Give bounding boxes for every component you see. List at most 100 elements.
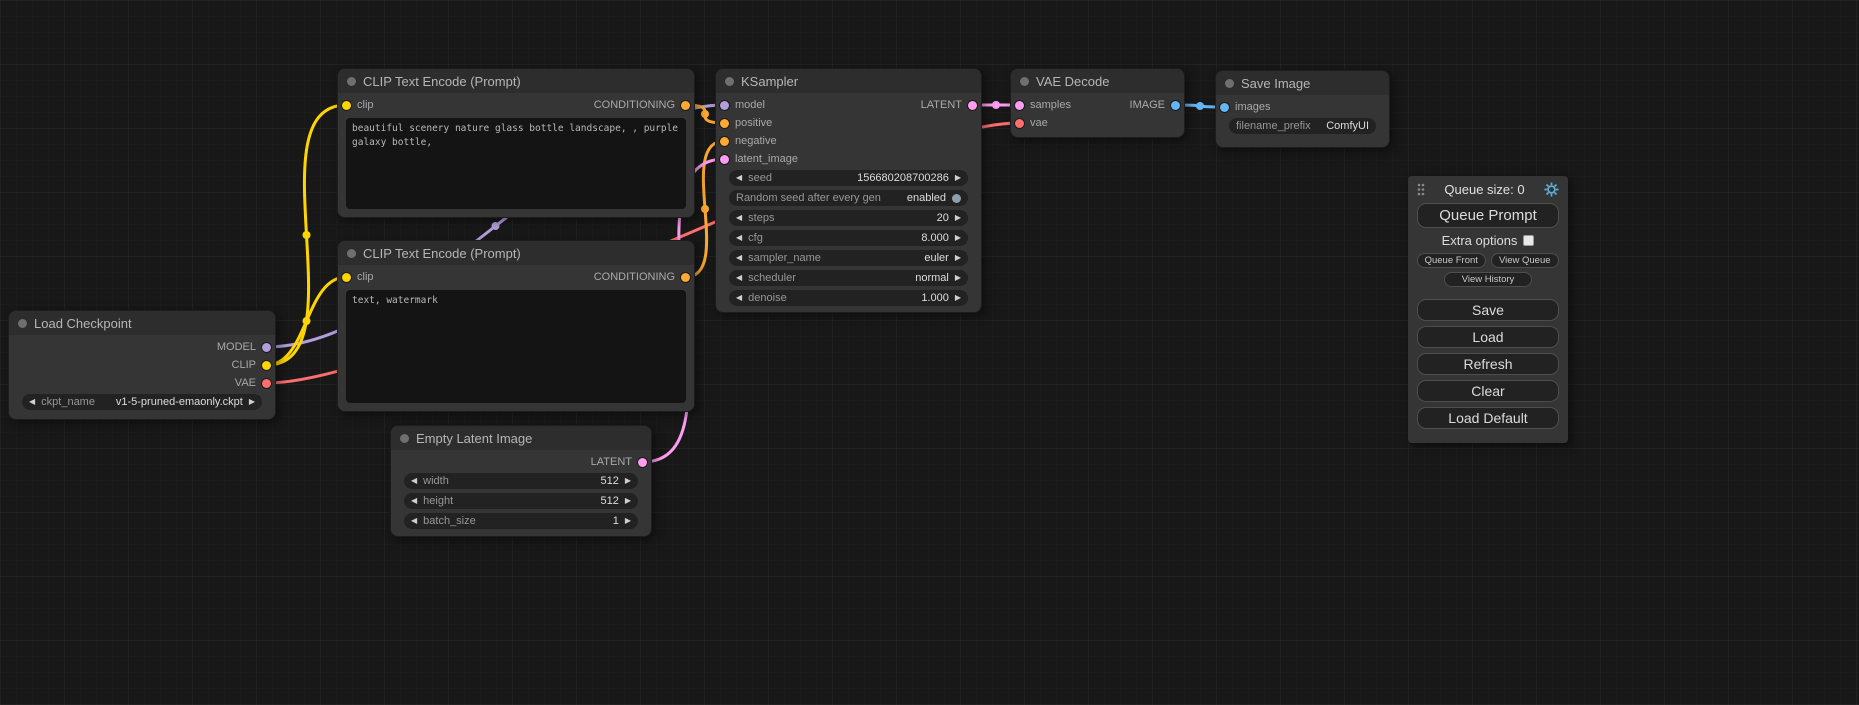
- cfg-widget[interactable]: ◀cfg8.000▶: [729, 230, 968, 246]
- refresh-button[interactable]: Refresh: [1417, 353, 1559, 375]
- clear-button[interactable]: Clear: [1417, 380, 1559, 402]
- input-port-positive[interactable]: [720, 119, 729, 128]
- increment-arrow-icon[interactable]: ▶: [955, 254, 961, 262]
- steps-widget[interactable]: ◀steps20▶: [729, 210, 968, 226]
- increment-arrow-icon[interactable]: ▶: [955, 234, 961, 242]
- output-port-CLIP[interactable]: [262, 361, 271, 370]
- node-save-image[interactable]: Save Imageimagesfilename_prefixComfyUI: [1215, 70, 1390, 148]
- prompt-textarea[interactable]: text, watermark: [346, 290, 686, 403]
- filename-prefix-widget[interactable]: filename_prefixComfyUI: [1229, 118, 1376, 134]
- node-collapse-dot-icon[interactable]: [1225, 79, 1234, 88]
- link-midpoint-dot[interactable]: [1196, 102, 1204, 110]
- decrement-arrow-icon[interactable]: ◀: [736, 214, 742, 222]
- increment-arrow-icon[interactable]: ▶: [955, 214, 961, 222]
- link-midpoint-dot[interactable]: [701, 110, 709, 118]
- random-seed-toggle-widget[interactable]: Random seed after every genenabled: [729, 190, 968, 206]
- input-port-model[interactable]: [720, 101, 729, 110]
- decrement-arrow-icon[interactable]: ◀: [736, 294, 742, 302]
- node-collapse-dot-icon[interactable]: [347, 249, 356, 258]
- increment-arrow-icon[interactable]: ▶: [955, 274, 961, 282]
- output-slot-label: LATENT: [591, 456, 632, 468]
- node-empty-latent-image[interactable]: Empty Latent ImageLATENT◀width512▶◀heigh…: [390, 425, 652, 537]
- link-midpoint-dot[interactable]: [303, 317, 311, 325]
- width-widget[interactable]: ◀width512▶: [404, 473, 638, 489]
- load-default-button[interactable]: Load Default: [1417, 407, 1559, 429]
- input-port-vae[interactable]: [1015, 119, 1024, 128]
- slot-row: samples IMAGE: [1011, 96, 1184, 114]
- increment-arrow-icon[interactable]: ▶: [955, 174, 961, 182]
- increment-arrow-icon[interactable]: ▶: [955, 294, 961, 302]
- toggle-dot-icon[interactable]: [952, 194, 961, 203]
- input-port-clip[interactable]: [342, 273, 351, 282]
- save-button[interactable]: Save: [1417, 299, 1559, 321]
- link-midpoint-dot[interactable]: [303, 231, 311, 239]
- graph-canvas[interactable]: Queue size: 0 Queue Prompt Extra options…: [0, 0, 1859, 705]
- increment-arrow-icon[interactable]: ▶: [625, 497, 631, 505]
- decrement-arrow-icon[interactable]: ◀: [736, 274, 742, 282]
- widget-label: seed: [748, 172, 772, 184]
- denoise-widget[interactable]: ◀denoise1.000▶: [729, 290, 968, 306]
- decrement-arrow-icon[interactable]: ◀: [411, 497, 417, 505]
- sampler-name-widget[interactable]: ◀sampler_nameeuler▶: [729, 250, 968, 266]
- input-slot: samples: [1015, 99, 1071, 111]
- output-slot-label: IMAGE: [1130, 99, 1165, 111]
- node-ksampler[interactable]: KSamplermodelLATENTpositivenegativelaten…: [715, 68, 982, 313]
- input-port-samples[interactable]: [1015, 101, 1024, 110]
- link-wire-clip[interactable]: [267, 277, 347, 365]
- ckpt-name-widget[interactable]: ◀ckpt_namev1-5-pruned-emaonly.ckpt▶: [22, 394, 262, 410]
- input-slot: vae: [1015, 117, 1048, 129]
- decrement-arrow-icon[interactable]: ◀: [411, 517, 417, 525]
- input-port-negative[interactable]: [720, 137, 729, 146]
- batch-size-widget[interactable]: ◀batch_size1▶: [404, 513, 638, 529]
- output-slot: IMAGE: [1130, 99, 1180, 111]
- seed-widget[interactable]: ◀seed156680208700286▶: [729, 170, 968, 186]
- widget-label: sampler_name: [748, 252, 821, 264]
- node-clip-text-encode-negative[interactable]: CLIP Text Encode (Prompt)clipCONDITIONIN…: [337, 240, 695, 412]
- extra-options-checkbox[interactable]: [1523, 235, 1534, 246]
- increment-arrow-icon[interactable]: ▶: [625, 477, 631, 485]
- queue-front-button[interactable]: Queue Front: [1417, 253, 1486, 268]
- prompt-textarea[interactable]: beautiful scenery nature glass bottle la…: [346, 118, 686, 209]
- scheduler-widget[interactable]: ◀schedulernormal▶: [729, 270, 968, 286]
- increment-arrow-icon[interactable]: ▶: [249, 398, 255, 406]
- height-widget[interactable]: ◀height512▶: [404, 493, 638, 509]
- decrement-arrow-icon[interactable]: ◀: [736, 254, 742, 262]
- decrement-arrow-icon[interactable]: ◀: [411, 477, 417, 485]
- load-button[interactable]: Load: [1417, 326, 1559, 348]
- output-port-LATENT[interactable]: [968, 101, 977, 110]
- decrement-arrow-icon[interactable]: ◀: [736, 174, 742, 182]
- output-port-CONDITIONING[interactable]: [681, 273, 690, 282]
- node-collapse-dot-icon[interactable]: [18, 319, 27, 328]
- input-port-clip[interactable]: [342, 101, 351, 110]
- link-midpoint-dot[interactable]: [701, 205, 709, 213]
- output-port-IMAGE[interactable]: [1171, 101, 1180, 110]
- output-port-MODEL[interactable]: [262, 343, 271, 352]
- decrement-arrow-icon[interactable]: ◀: [29, 398, 35, 406]
- link-midpoint-dot[interactable]: [492, 222, 500, 230]
- input-port-images[interactable]: [1220, 103, 1229, 112]
- link-wire-clip[interactable]: [267, 105, 347, 365]
- input-slot-label: samples: [1030, 99, 1071, 111]
- link-midpoint-dot[interactable]: [992, 101, 1000, 109]
- decrement-arrow-icon[interactable]: ◀: [736, 234, 742, 242]
- node-clip-text-encode-positive[interactable]: CLIP Text Encode (Prompt)clipCONDITIONIN…: [337, 68, 695, 218]
- node-collapse-dot-icon[interactable]: [725, 77, 734, 86]
- node-vae-decode[interactable]: VAE DecodesamplesIMAGEvae: [1010, 68, 1185, 138]
- output-port-CONDITIONING[interactable]: [681, 101, 690, 110]
- queue-prompt-button[interactable]: Queue Prompt: [1417, 203, 1559, 228]
- node-collapse-dot-icon[interactable]: [347, 77, 356, 86]
- output-port-LATENT[interactable]: [638, 458, 647, 467]
- output-port-VAE[interactable]: [262, 379, 271, 388]
- view-history-button[interactable]: View History: [1444, 272, 1532, 287]
- increment-arrow-icon[interactable]: ▶: [625, 517, 631, 525]
- node-load-checkpoint[interactable]: Load CheckpointMODELCLIPVAE◀ckpt_namev1-…: [8, 310, 276, 420]
- node-collapse-dot-icon[interactable]: [1020, 77, 1029, 86]
- slot-row: negative: [716, 132, 981, 150]
- widget-value: 512: [600, 495, 618, 507]
- input-port-latent_image[interactable]: [720, 155, 729, 164]
- node-collapse-dot-icon[interactable]: [400, 434, 409, 443]
- drag-handle-icon[interactable]: [1417, 183, 1425, 196]
- settings-gear-icon[interactable]: [1544, 182, 1559, 197]
- widget-label: ckpt_name: [41, 396, 95, 408]
- view-queue-button[interactable]: View Queue: [1491, 253, 1560, 268]
